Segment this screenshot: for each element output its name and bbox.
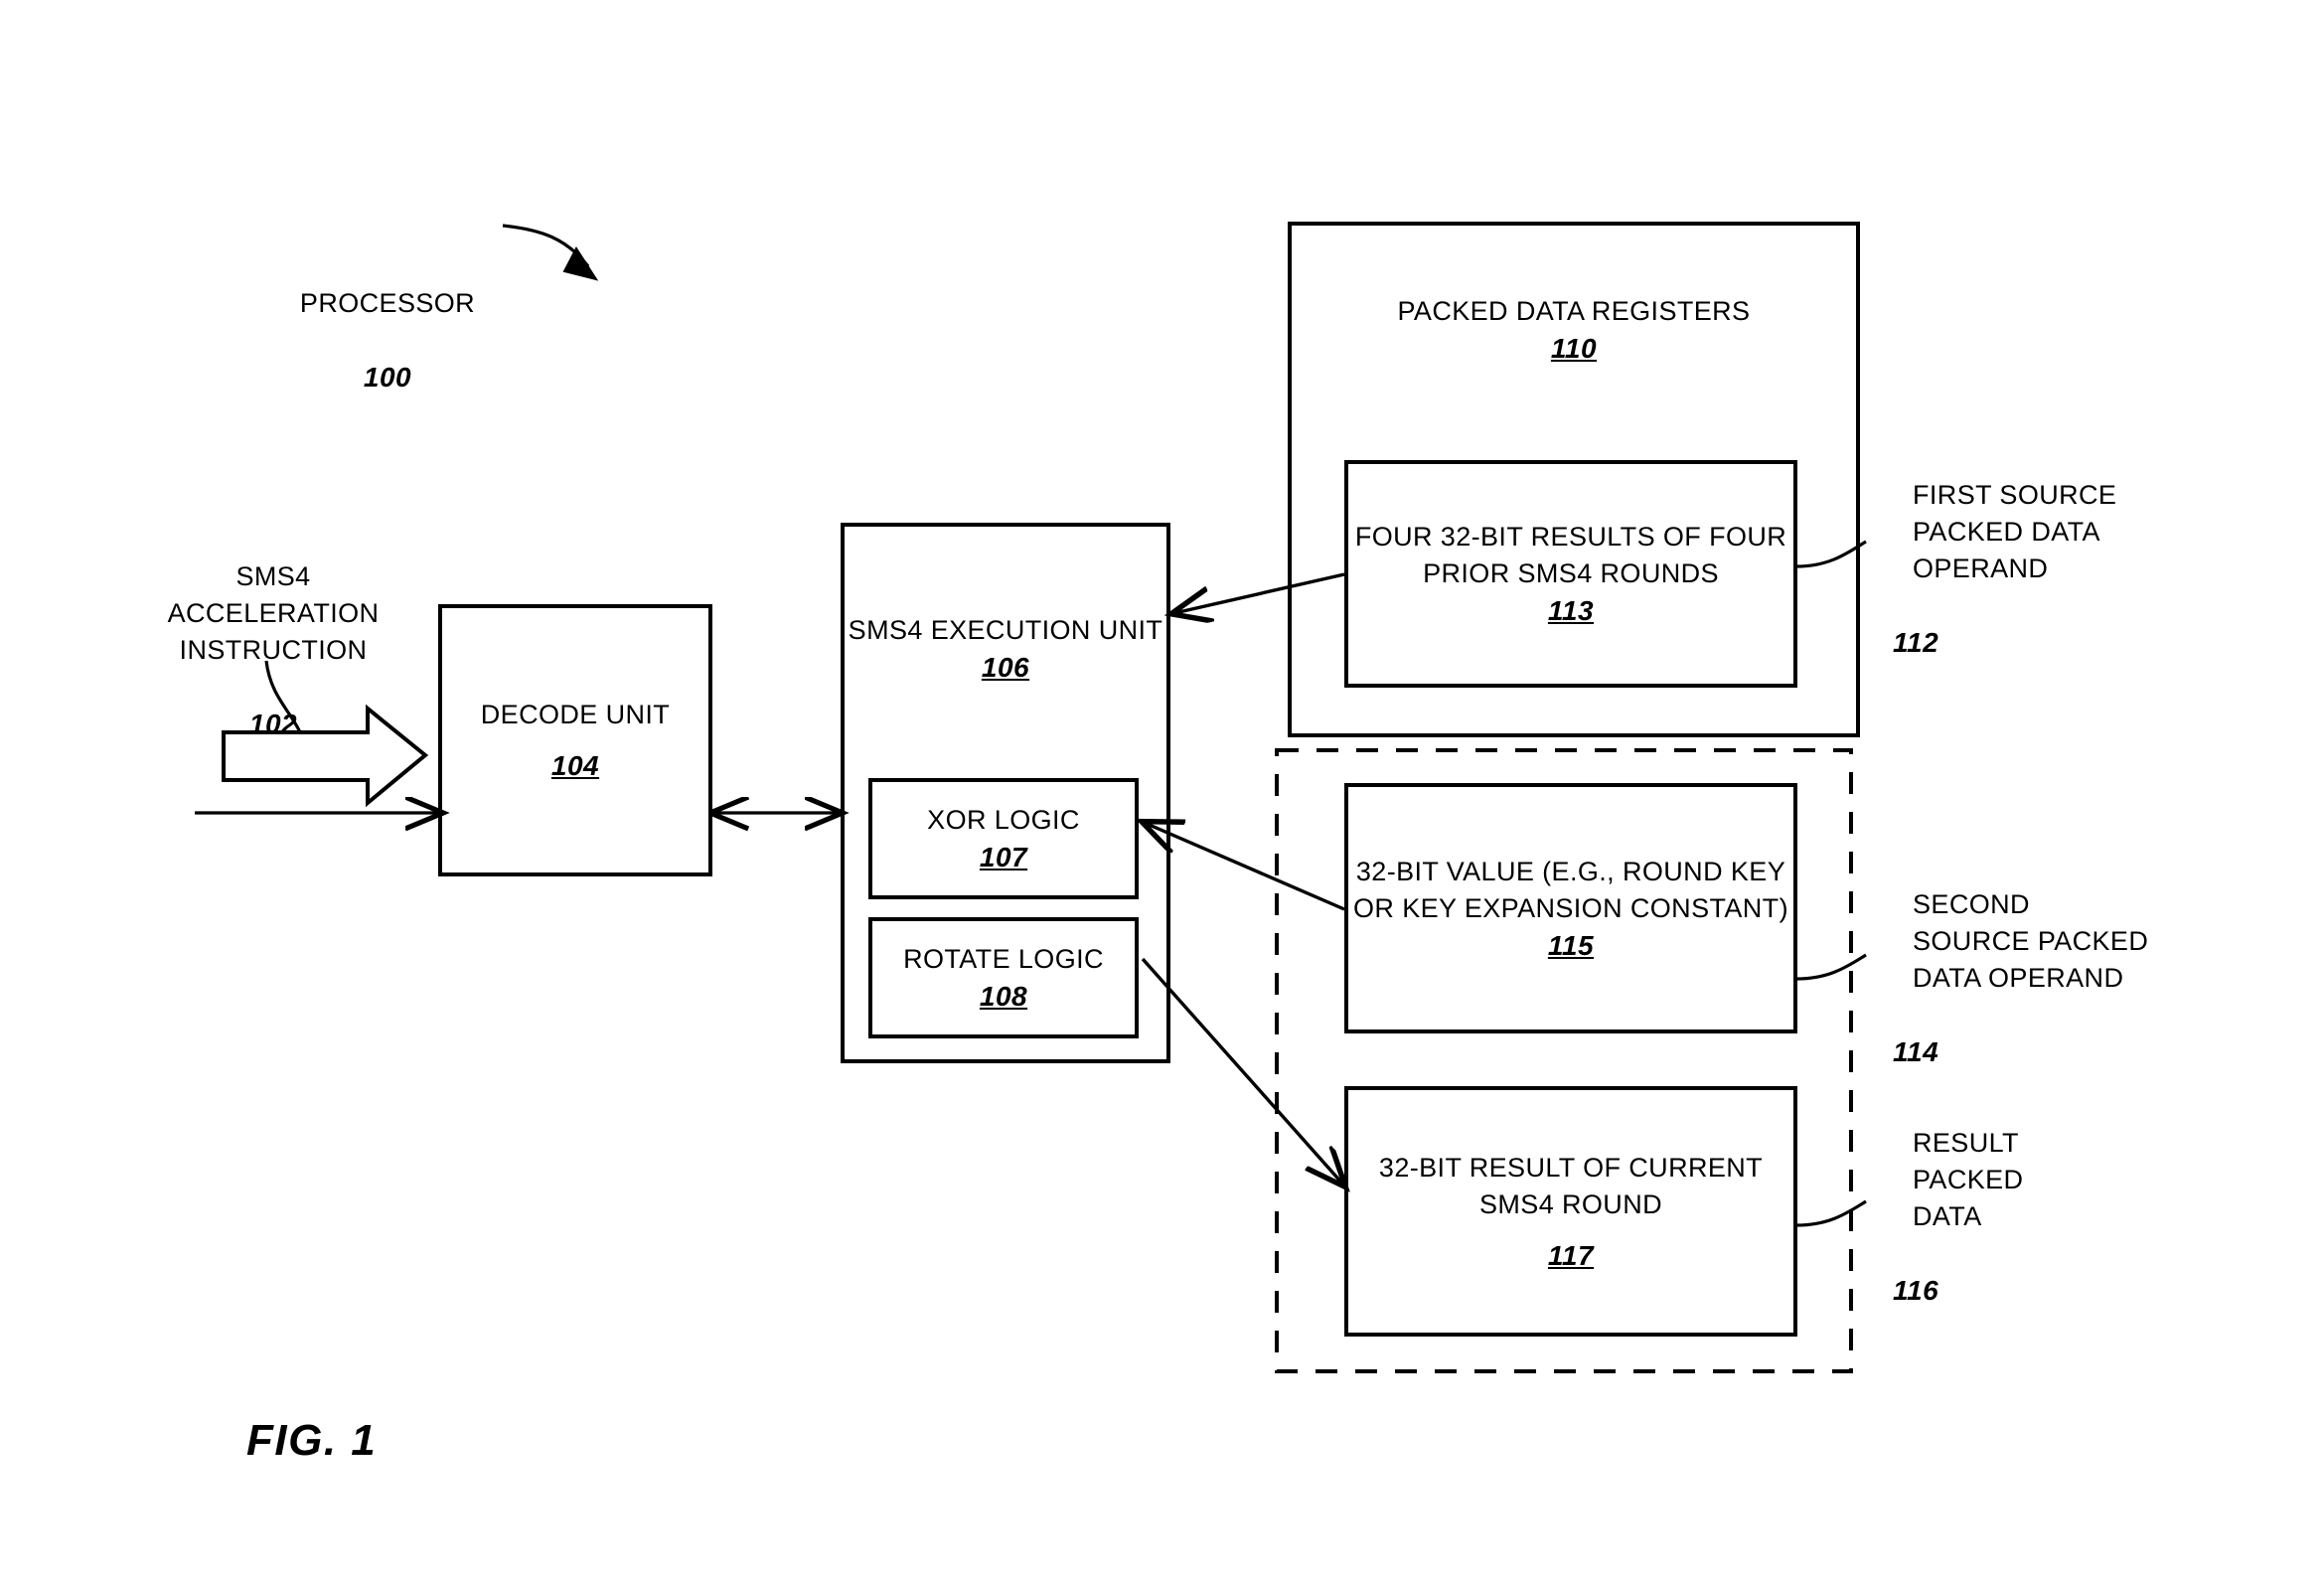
instruction-label: SMS4 ACCELERATION INSTRUCTION 102 [129, 522, 417, 779]
round-key-value-ref: 115 [1547, 929, 1595, 961]
result-packed-data-text: RESULT PACKED DATA [1913, 1128, 2024, 1231]
processor-ref: 100 [363, 362, 412, 393]
current-round-result-content: 32-BIT RESULT OF CURRENT SMS4 ROUND 117 [1346, 1088, 1795, 1335]
first-source-operand-label: FIRST SOURCE PACKED DATA OPERAND 112 [1893, 440, 2310, 698]
xor-logic-label: XOR LOGIC [927, 805, 1080, 835]
round-key-value-label: 32-BIT VALUE (E.G., ROUND KEY OR KEY EXP… [1353, 856, 1788, 923]
current-round-result-label: 32-BIT RESULT OF CURRENT SMS4 ROUND [1378, 1152, 1764, 1219]
first-source-to-execution-arrow [1174, 572, 1345, 613]
prior-rounds-results-ref: 113 [1547, 595, 1595, 626]
xor-logic-ref: 107 [979, 842, 1028, 872]
execution-to-result-arrow [1141, 957, 1343, 1185]
rotate-logic-content: ROTATE LOGIC 108 [870, 919, 1137, 1036]
prior-rounds-results-content: FOUR 32-BIT RESULTS OF FOUR PRIOR SMS4 R… [1346, 462, 1795, 686]
decode-unit-ref: 104 [550, 750, 600, 781]
instruction-ref: 102 [248, 709, 298, 739]
execution-unit-ref: 106 [981, 652, 1030, 683]
xor-logic-content: XOR LOGIC 107 [870, 780, 1137, 897]
figure-caption: FIG. 1 [246, 1416, 378, 1465]
processor-lead-arrowhead [562, 246, 599, 281]
packed-data-registers-label: PACKED DATA REGISTERS [1397, 296, 1751, 326]
round-key-value-content: 32-BIT VALUE (E.G., ROUND KEY OR KEY EXP… [1346, 785, 1795, 1031]
second-source-operand-ref: 114 [1893, 1036, 1939, 1067]
instruction-label-text: SMS4 ACCELERATION INSTRUCTION [167, 561, 380, 665]
rotate-logic-label: ROTATE LOGIC [903, 944, 1104, 974]
result-packed-data-ref: 116 [1893, 1275, 1939, 1306]
packed-data-registers-content: PACKED DATA REGISTERS 110 [1290, 280, 1858, 380]
first-source-label-lead [1795, 540, 1867, 568]
prior-rounds-results-label: FOUR 32-BIT RESULTS OF FOUR PRIOR SMS4 R… [1354, 522, 1787, 588]
patent-figure-1: PROCESSOR 100 SMS4 ACCELERATION INSTRUCT… [0, 0, 2324, 1582]
processor-label-text: PROCESSOR [299, 288, 476, 318]
execution-unit-label: SMS4 EXECUTION UNIT [848, 615, 1163, 645]
decode-unit-content: DECODE UNIT 104 [440, 606, 710, 874]
execution-unit-content: SMS4 EXECUTION UNIT 106 [843, 545, 1168, 753]
rotate-logic-ref: 108 [979, 981, 1028, 1012]
result-label-lead [1795, 1199, 1867, 1227]
first-source-operand-ref: 112 [1893, 627, 1939, 658]
second-source-operand-text: SECOND SOURCE PACKED DATA OPERAND [1913, 889, 2149, 993]
second-source-to-xor-arrow [1145, 823, 1345, 911]
result-packed-data-label: RESULT PACKED DATA 116 [1893, 1088, 2310, 1345]
second-source-operand-label: SECOND SOURCE PACKED DATA OPERAND 114 [1893, 850, 2310, 1107]
first-source-operand-text: FIRST SOURCE PACKED DATA OPERAND [1913, 480, 2117, 583]
second-source-label-lead [1795, 953, 1867, 981]
packed-data-registers-ref: 110 [1550, 333, 1598, 364]
current-round-result-ref: 117 [1547, 1239, 1595, 1271]
processor-label: PROCESSOR 100 [268, 248, 507, 432]
decode-unit-label: DECODE UNIT [480, 700, 671, 729]
